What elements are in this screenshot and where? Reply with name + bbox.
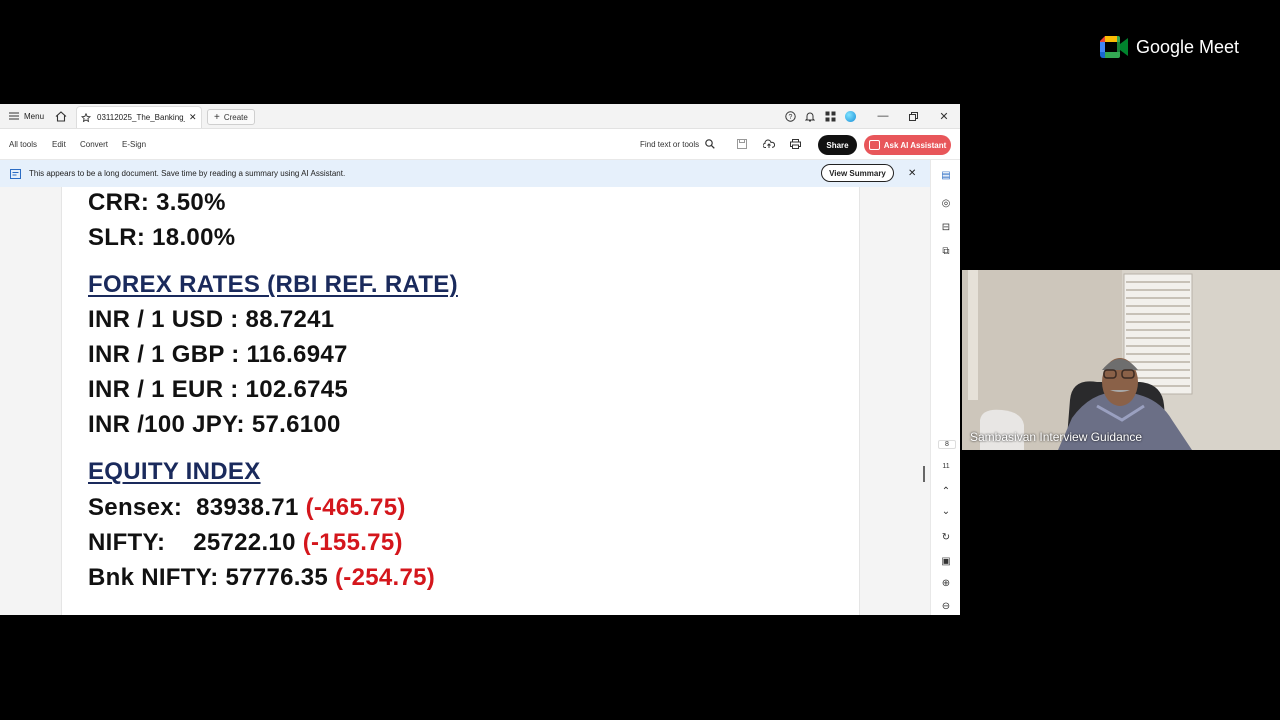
find-tools-field[interactable]: Find text or tools [640,129,715,159]
forex-usd-line: INR / 1 USD : 88.7241 [88,306,335,333]
esign-label: E-Sign [122,139,147,149]
page-fit-icon[interactable]: ▣ [931,556,960,567]
sensex-value: Sensex: 83938.71 [88,494,306,521]
save-icon[interactable] [737,129,747,159]
page-number-total: 11 [942,463,950,470]
menu-icon [9,112,19,120]
tab-bar: Menu 03112025_The_Banking_... ✕ + Create… [0,104,960,129]
print-icon[interactable] [790,129,801,159]
bank-nifty-change: (-254.75) [334,564,436,591]
create-label: Create [223,112,248,122]
star-icon [81,112,91,122]
bookmark-icon[interactable]: ⊟ [931,222,960,233]
ai-assistant-label: Ask AI Assistant [883,140,947,150]
edit-label: Edit [52,139,66,149]
edit-button[interactable]: Edit [52,129,66,159]
nifty-value: NIFTY: 25722.10 [88,529,303,556]
sensex-line: Sensex: 83938.71 (-465.75) [88,494,406,522]
ai-summary-icon[interactable]: ▤ [931,170,960,181]
shared-screen: Menu 03112025_The_Banking_... ✕ + Create… [0,0,960,720]
tab-title: 03112025_The_Banking_... [97,113,185,122]
zoom-out-icon[interactable]: ⊖ [931,601,960,612]
close-icon[interactable]: ✕ [908,160,916,187]
profile-avatar[interactable] [845,104,856,128]
plus-icon: + [214,111,220,123]
apps-icon[interactable] [825,104,836,128]
comment-icon[interactable]: ◎ [931,198,960,209]
share-button[interactable]: Share [818,135,857,155]
page-number-current[interactable]: 8 [938,440,956,449]
forex-gbp-line: INR / 1 GBP : 116.6947 [88,341,348,368]
document-tab[interactable]: 03112025_The_Banking_... ✕ [76,106,202,128]
forex-eur-line: INR / 1 EUR : 102.6745 [88,376,349,403]
google-meet-logo: Google Meet [1100,35,1239,59]
menu-label: Menu [24,111,45,121]
bank-nifty-line: Bnk NIFTY: 57776.35 (-254.75) [88,564,435,592]
bank-nifty-value: Bnk NIFTY: 57776.35 [88,564,335,591]
close-icon[interactable]: ✕ [189,112,197,123]
ai-assistant-button[interactable]: Ask AI Assistant [864,135,951,155]
acrobat-window: Menu 03112025_The_Banking_... ✕ + Create… [0,104,960,615]
help-icon[interactable]: ? [785,104,796,128]
crr-line: CRR: 3.50% [88,189,226,216]
document-info-icon [10,169,21,179]
share-label: Share [826,140,849,150]
participant-name: Sambasivan Interview Guidance [970,430,1143,444]
sensex-change: (-465.75) [305,494,406,521]
view-summary-label: View Summary [829,168,886,178]
main-toolbar: All tools Edit Convert E-Sign Find text … [0,129,960,160]
nifty-change: (-155.75) [302,529,403,556]
restore-icon[interactable] [898,104,928,128]
esign-button[interactable]: E-Sign [122,129,146,159]
all-tools-button[interactable]: All tools [9,129,37,159]
svg-text:?: ? [789,114,793,121]
all-tools-label: All tools [9,139,38,149]
banner-message: This appears to be a long document. Save… [29,169,346,178]
participant-video-tile[interactable]: Sambasivan Interview Guidance [962,270,1280,450]
window-close-icon[interactable]: ✕ [929,104,959,128]
create-button[interactable]: + Create [207,109,255,125]
meet-brand-text: Google Meet [1136,36,1240,57]
slr-line: SLR: 18.00% [88,224,236,251]
home-icon [55,110,67,122]
zoom-in-icon[interactable]: ⊕ [931,578,960,589]
refresh-icon[interactable]: ↻ [931,532,960,543]
nifty-line: NIFTY: 25722.10 (-155.75) [88,529,403,557]
chevron-up-icon[interactable]: ⌃ [931,486,960,497]
right-rail: ▤ ◎ ⊟ ⧉ 8 11 ⌃ ⌄ ↻ ▣ ⊕ ⊖ [930,160,960,615]
find-label: Find text or tools [640,139,700,149]
minimize-icon[interactable]: — [868,104,898,128]
chevron-down-icon[interactable]: ⌄ [931,506,960,517]
forex-heading: FOREX RATES (RBI REF. RATE) [88,271,458,298]
document-viewer[interactable]: CRR: 3.50% SLR: 18.00% FOREX RATES (RBI … [0,187,930,615]
vertical-scrollbar[interactable] [923,466,925,482]
pages-icon[interactable]: ⧉ [931,246,960,257]
forex-jpy-line: INR /100 JPY: 57.6100 [88,411,341,438]
view-summary-button[interactable]: View Summary [821,164,894,182]
equity-heading: EQUITY INDEX [88,458,261,485]
ai-summary-banner: This appears to be a long document. Save… [0,160,930,187]
home-button[interactable] [55,104,67,128]
ai-icon [868,140,880,150]
upload-icon[interactable] [763,129,775,159]
participant-video [962,270,1280,450]
meet-logo-icon [1100,36,1128,58]
menu-button[interactable]: Menu [9,104,44,128]
convert-button[interactable]: Convert [80,129,108,159]
search-icon [705,139,715,149]
convert-label: Convert [80,139,109,149]
bell-icon[interactable] [805,104,815,128]
pdf-page: CRR: 3.50% SLR: 18.00% FOREX RATES (RBI … [61,187,860,615]
